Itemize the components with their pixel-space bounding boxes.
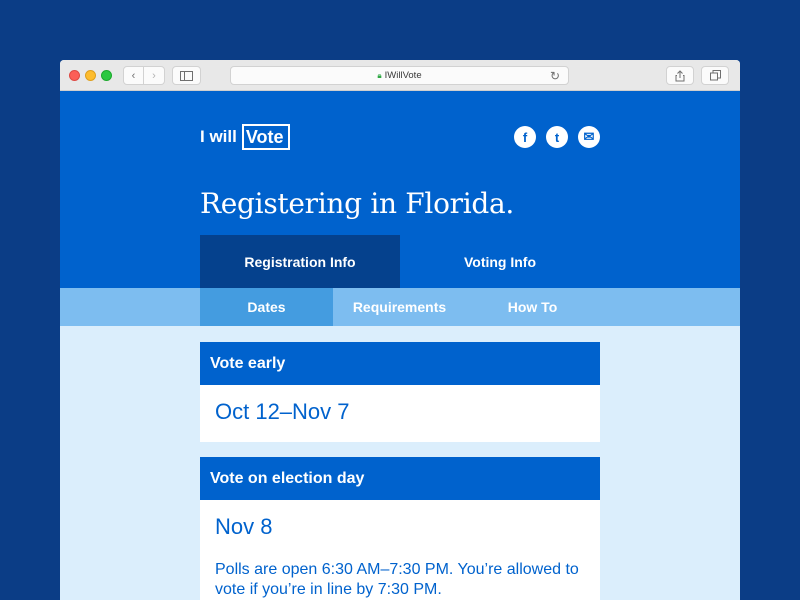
sidebar-icon <box>180 70 193 81</box>
browser-window: ‹ › 🔒︎ IWillVote ↻ I will Vote f t ✉ Reg… <box>60 60 740 600</box>
election-day-card: Vote on election day Nov 8 Polls are ope… <box>200 457 600 600</box>
logo-vote-word: Vote <box>241 124 290 150</box>
subtab-dates[interactable]: Dates <box>200 288 333 326</box>
lock-icon: 🔒︎ <box>377 70 382 80</box>
close-window-button[interactable] <box>69 70 80 81</box>
address-bar[interactable]: 🔒︎ IWillVote ↻ <box>230 66 569 85</box>
tab-voting-info[interactable]: Voting Info <box>400 235 600 288</box>
social-links: f t ✉ <box>514 126 600 148</box>
maximize-window-button[interactable] <box>101 70 112 81</box>
sub-navigation: Dates Requirements How To <box>60 288 740 326</box>
main-tabs: Registration Info Voting Info <box>200 235 600 288</box>
twitter-icon[interactable]: t <box>546 126 568 148</box>
tabs-icon <box>709 70 721 81</box>
back-button[interactable]: ‹ <box>123 66 144 85</box>
logo-prefix: I will <box>200 127 237 146</box>
card-date: Nov 8 <box>215 514 273 539</box>
page-title: Registering in Florida. <box>200 187 515 220</box>
minimize-window-button[interactable] <box>85 70 96 81</box>
browser-toolbar: ‹ › 🔒︎ IWillVote ↻ <box>60 60 740 91</box>
card-title: Vote on election day <box>200 457 600 500</box>
share-button[interactable] <box>666 66 694 85</box>
tab-registration-info[interactable]: Registration Info <box>200 235 400 288</box>
site-header: I will Vote f t ✉ Registering in Florida… <box>60 91 740 288</box>
email-icon[interactable]: ✉ <box>578 126 600 148</box>
reload-icon[interactable]: ↻ <box>550 69 560 83</box>
share-icon <box>675 69 685 81</box>
polls-hours-text: Polls are open 6:30 AM–7:30 PM. You’re a… <box>215 561 579 598</box>
facebook-icon[interactable]: f <box>514 126 536 148</box>
card-title: Vote early <box>200 342 600 385</box>
url-text: IWillVote <box>384 70 422 81</box>
vote-early-card: Vote early Oct 12–Nov 7 <box>200 342 600 442</box>
subtab-how-to[interactable]: How To <box>466 288 599 326</box>
chevron-left-icon: ‹ <box>131 69 136 82</box>
sidebar-button[interactable] <box>172 66 201 85</box>
card-date: Oct 12–Nov 7 <box>215 399 350 424</box>
subtab-requirements[interactable]: Requirements <box>333 288 466 326</box>
chevron-right-icon: › <box>152 69 156 82</box>
tabs-button[interactable] <box>701 66 729 85</box>
logo[interactable]: I will Vote <box>200 124 290 150</box>
forward-button[interactable]: › <box>144 66 165 85</box>
